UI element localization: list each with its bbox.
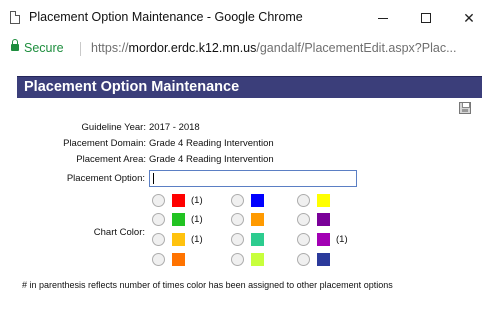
chart-color-radio[interactable] [231,233,244,246]
page-document-icon [10,11,20,24]
chart-color-radio[interactable] [231,194,244,207]
chart-color-radio[interactable] [152,233,165,246]
color-usage-count: (1) [191,214,203,225]
footnote-text: # in parenthesis reflects number of time… [22,280,393,290]
url-host: mordor.erdc.k12.mn.us [128,41,257,55]
guideline-year-value: 2017 - 2018 [149,122,200,133]
chart-color-radio[interactable] [297,213,310,226]
chart-color-swatch [251,253,264,266]
lock-icon [11,39,19,51]
url-scheme: https:// [91,41,129,55]
color-usage-count: (1) [191,234,203,245]
address-bar[interactable]: Secure https://mordor.erdc.k12.mn.us/gan… [0,36,482,62]
chart-color-label: Chart Color: [93,227,145,238]
placement-area-value: Grade 4 Reading Intervention [149,154,274,165]
placement-domain-label: Placement Domain: [63,138,146,149]
chart-color-swatch [172,194,185,207]
chart-color-swatch [251,194,264,207]
chart-color-radio[interactable] [152,213,165,226]
chart-color-radio[interactable] [231,253,244,266]
placement-option-label: Placement Option: [66,173,145,184]
chart-color-swatch [172,253,185,266]
minimize-button[interactable] [371,6,395,30]
chart-color-swatch [251,233,264,246]
chart-color-radio[interactable] [297,194,310,207]
page-title: Placement Option Maintenance [24,79,240,95]
minimize-icon [378,17,388,19]
chart-color-radio[interactable] [231,213,244,226]
chart-color-radio[interactable] [152,253,165,266]
page-content: Placement Option Maintenance Guideline Y… [0,64,482,334]
color-usage-count: (1) [191,195,203,206]
url-path: /gandalf/PlacementEdit.aspx?Plac... [256,41,457,55]
secure-label: Secure [24,41,64,55]
close-button[interactable]: ✕ [457,6,481,30]
chart-color-swatch [172,233,185,246]
guideline-year-label: Guideline Year: [81,122,146,133]
chart-color-swatch [172,213,185,226]
browser-title-bar: Placement Option Maintenance - Google Ch… [0,0,482,36]
window-title: Placement Option Maintenance - Google Ch… [29,10,303,24]
placement-option-input[interactable] [149,170,357,187]
address-divider [80,42,81,56]
chart-color-swatch [317,194,330,207]
chart-color-swatch [251,213,264,226]
page-header-bar: Placement Option Maintenance [17,76,482,98]
maximize-button[interactable] [414,6,438,30]
chart-color-radio[interactable] [297,253,310,266]
chart-color-radio[interactable] [152,194,165,207]
color-usage-count: (1) [336,234,348,245]
maximize-icon [421,13,431,23]
placement-area-label: Placement Area: [76,154,146,165]
chart-color-swatch [317,213,330,226]
placement-domain-value: Grade 4 Reading Intervention [149,138,274,149]
save-icon[interactable] [459,102,471,114]
chart-color-swatch [317,253,330,266]
text-cursor [153,173,154,184]
url-text[interactable]: https://mordor.erdc.k12.mn.us/gandalf/Pl… [91,41,481,55]
chart-color-swatch [317,233,330,246]
chart-color-radio[interactable] [297,233,310,246]
